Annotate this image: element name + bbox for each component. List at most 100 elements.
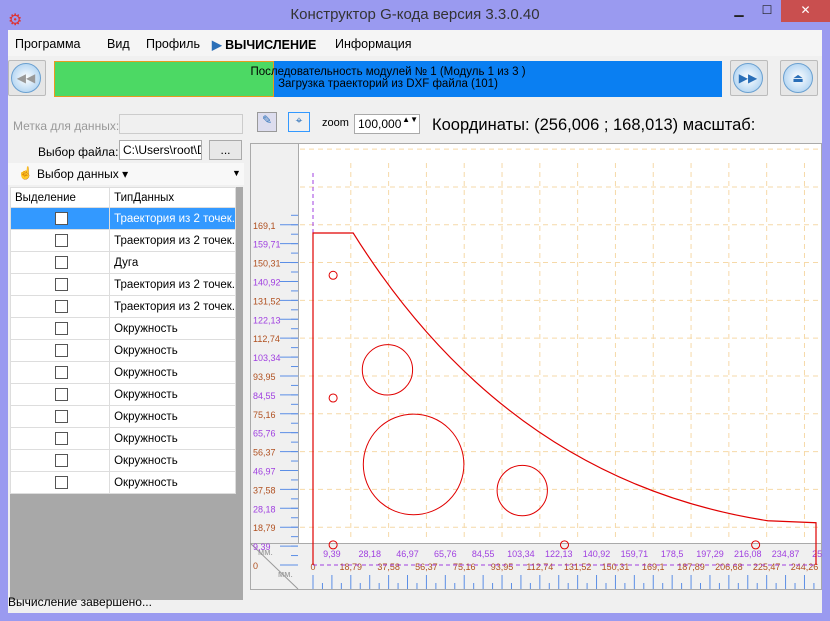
y-tick-label: 159,71 — [253, 240, 281, 250]
row-checkbox[interactable] — [55, 322, 68, 335]
browse-button[interactable]: ... — [209, 140, 242, 160]
data-select-dropdown[interactable]: Выбор данных ▾ — [37, 167, 128, 181]
table-row[interactable]: Окружность — [9, 449, 236, 472]
menu-info[interactable]: Информация — [335, 37, 412, 51]
maximize-button[interactable]: ☐ — [755, 0, 779, 22]
file-caption: Выбор файла: — [38, 145, 119, 159]
table-row[interactable]: Траектория из 2 точек. — [9, 207, 236, 230]
data-label-input[interactable] — [119, 114, 243, 134]
x-tick-label-top: 65,76 — [434, 549, 457, 559]
table-row[interactable]: Окружность — [9, 339, 236, 362]
row-checkbox[interactable] — [55, 278, 68, 291]
table-row[interactable]: Окружность — [9, 317, 236, 340]
row-checkbox[interactable] — [55, 212, 68, 225]
data-select-label: Выбор данных — [37, 167, 119, 181]
y-tick-label: 28,18 — [253, 504, 276, 514]
row-type: Окружность — [109, 449, 236, 472]
y-tick-label: 9,39 — [253, 542, 271, 552]
menu-calculation-label: ВЫЧИСЛЕНИЕ — [225, 38, 317, 52]
zoom-input[interactable]: 100,000 ▲▼ — [354, 114, 420, 134]
row-checkbox-cell[interactable] — [9, 251, 111, 274]
table-row[interactable]: Траектория из 2 точек. — [9, 229, 236, 252]
row-checkbox-cell[interactable] — [9, 295, 111, 318]
table-row[interactable]: Траектория из 2 точек. — [9, 273, 236, 296]
row-checkbox-cell[interactable] — [9, 229, 111, 252]
y-tick-label: 169,1 — [253, 221, 276, 231]
row-checkbox-cell[interactable] — [9, 427, 111, 450]
x-tick-label-top: 178,5 — [661, 549, 684, 559]
table-row[interactable]: Окружность — [9, 427, 236, 450]
row-type: Окружность — [109, 361, 236, 384]
file-path-input[interactable]: C:\Users\root\D — [119, 140, 202, 160]
data-grid: Выделение ТипДанных Траектория из 2 точек… — [9, 187, 243, 600]
x-tick-label-bottom: 37,58 — [377, 562, 400, 572]
row-checkbox-cell[interactable] — [9, 471, 111, 494]
overflow-icon[interactable]: ▼ — [232, 168, 241, 178]
col-selection: Выделение — [9, 187, 111, 208]
next-button[interactable]: ▶▶ — [730, 60, 768, 96]
row-checkbox-cell[interactable] — [9, 383, 111, 406]
row-checkbox[interactable] — [55, 344, 68, 357]
row-checkbox-cell[interactable] — [9, 207, 111, 230]
row-checkbox-cell[interactable] — [9, 449, 111, 472]
x-tick-label-bottom: 131,52 — [564, 562, 592, 572]
row-checkbox[interactable] — [55, 476, 68, 489]
pencil-icon: ✎ — [261, 113, 273, 127]
window-title: Конструктор G-кода версия 3.3.0.40 — [290, 6, 540, 23]
previous-button[interactable]: ◀◀ — [8, 60, 46, 96]
row-type: Окружность — [109, 471, 236, 494]
progress-line2: Загрузка траекторий из DXF файла (101) — [278, 78, 498, 90]
y-tick-label: 150,31 — [253, 259, 281, 269]
row-checkbox[interactable] — [55, 454, 68, 467]
row-type: Траектория из 2 точек. — [109, 207, 236, 230]
row-checkbox[interactable] — [55, 300, 68, 313]
row-checkbox[interactable] — [55, 256, 68, 269]
table-row[interactable]: Дуга — [9, 251, 236, 274]
row-type: Окружность — [109, 339, 236, 362]
row-checkbox[interactable] — [55, 432, 68, 445]
zoom-value: 100,000 — [358, 117, 402, 131]
y-tick-label: 103,34 — [253, 353, 281, 363]
data-select-toolbar: ☝ Выбор данных ▾ ▼ — [8, 163, 244, 185]
row-checkbox-cell[interactable] — [9, 361, 111, 384]
edit-button[interactable]: ✎ — [257, 112, 277, 132]
close-button[interactable]: ✕ — [781, 0, 830, 22]
row-checkbox[interactable] — [55, 388, 68, 401]
row-checkbox-cell[interactable] — [9, 405, 111, 428]
spinner-icon[interactable]: ▲▼ — [402, 115, 418, 124]
x-tick-label-top: 197,29 — [696, 549, 724, 559]
y-tick-label: 65,76 — [253, 429, 276, 439]
x-tick-label-bottom: 187,89 — [677, 562, 705, 572]
table-row[interactable]: Окружность — [9, 361, 236, 384]
table-row[interactable]: Окружность — [9, 383, 236, 406]
y-tick-label: 0 — [253, 561, 258, 571]
row-checkbox[interactable] — [55, 366, 68, 379]
x-tick-label-top: 216,08 — [734, 549, 762, 559]
x-tick-label-bottom: 56,37 — [415, 562, 438, 572]
menu-calculation[interactable]: ▶ ВЫЧИСЛЕНИЕ — [212, 37, 316, 52]
fit-button[interactable]: ⌖ — [288, 112, 310, 132]
row-type: Дуга — [109, 251, 236, 274]
eject-button[interactable]: ⏏ — [780, 60, 818, 96]
drawing-canvas[interactable]: мм.мм.169,1159,71150,31140,92131,52122,1… — [250, 143, 822, 590]
menu-profile[interactable]: Профиль — [146, 37, 200, 51]
menu-program[interactable]: Программа — [15, 37, 81, 51]
minimize-button[interactable]: ▁ — [727, 0, 751, 22]
x-tick-label-top: 46,97 — [396, 549, 419, 559]
zoom-label: zoom — [322, 117, 349, 129]
play-icon: ▶ — [212, 38, 226, 52]
table-row[interactable]: Траектория из 2 точек. — [9, 295, 236, 318]
x-unit-label: мм. — [278, 569, 293, 579]
row-checkbox[interactable] — [55, 234, 68, 247]
row-checkbox[interactable] — [55, 410, 68, 423]
col-type: ТипДанных — [109, 187, 236, 208]
row-checkbox-cell[interactable] — [9, 317, 111, 340]
x-tick-label-bottom: 93,95 — [491, 562, 514, 572]
menu-view[interactable]: Вид — [107, 37, 130, 51]
x-tick-label-bottom: 112,74 — [526, 562, 553, 572]
row-checkbox-cell[interactable] — [9, 339, 111, 362]
row-checkbox-cell[interactable] — [9, 273, 111, 296]
table-row[interactable]: Окружность — [9, 405, 236, 428]
x-tick-label-bottom: 225,47 — [753, 562, 781, 572]
table-row[interactable]: Окружность — [9, 471, 236, 494]
